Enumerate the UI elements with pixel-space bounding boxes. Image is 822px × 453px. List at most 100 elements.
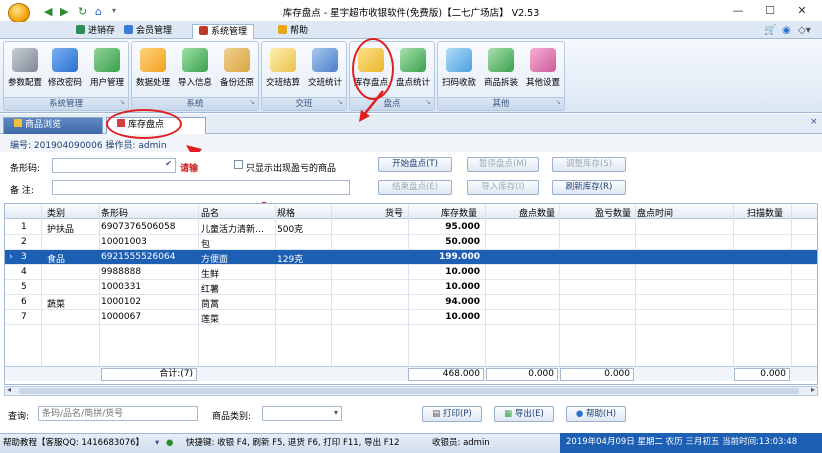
- cell-barcode[interactable]: 6907376506058: [101, 222, 175, 232]
- tab-inventory[interactable]: 进销存: [70, 24, 121, 39]
- cell-stock[interactable]: 10.000: [410, 312, 480, 322]
- param-config-button[interactable]: 参数配置: [6, 47, 44, 91]
- horizontal-scrollbar[interactable]: ◂ ▸: [4, 385, 818, 396]
- dialog-launcher-icon[interactable]: ↘: [337, 96, 343, 108]
- table-row[interactable]: 7 1000067 莲菜 10.000: [5, 310, 817, 325]
- end-count-button[interactable]: 结束盘点(E): [378, 180, 452, 195]
- col-header[interactable]: 盘点数量: [519, 206, 555, 219]
- product-split-button[interactable]: 商品拆装: [482, 47, 520, 91]
- cell-name[interactable]: 方便面: [201, 252, 273, 265]
- pause-count-button[interactable]: 暂停盘点(M): [467, 157, 539, 172]
- cell-stock[interactable]: 10.000: [410, 282, 480, 292]
- col-header[interactable]: 条形码: [101, 206, 128, 219]
- table-row[interactable]: 5 1000331 红薯 10.000: [5, 280, 817, 295]
- backup-restore-button[interactable]: 备份还原: [218, 47, 256, 91]
- tab-help[interactable]: 帮助: [272, 24, 314, 39]
- cell-category[interactable]: 蔬菜: [47, 297, 65, 310]
- count-stats-button[interactable]: 盘点统计: [394, 47, 432, 91]
- minimize-button[interactable]: —: [728, 2, 748, 20]
- col-header[interactable]: 库存数量: [441, 206, 477, 219]
- tab-system[interactable]: 系统管理: [192, 24, 255, 40]
- table-row[interactable]: 6 蔬菜 1000102 茼蒿 94.000: [5, 295, 817, 310]
- barcode-input[interactable]: ✔: [52, 158, 176, 173]
- cell-stock[interactable]: 199.000: [410, 252, 480, 262]
- cell-spec[interactable]: 129克: [277, 252, 303, 265]
- user-management-button[interactable]: 用户管理: [88, 47, 126, 91]
- cell-stock[interactable]: 50.000: [410, 237, 480, 247]
- import-stock-button[interactable]: 导入库存(I): [467, 180, 539, 195]
- dialog-launcher-icon[interactable]: ↘: [249, 96, 255, 108]
- col-header[interactable]: 规格: [277, 206, 295, 219]
- category-select[interactable]: ▾: [262, 406, 342, 421]
- tab-members[interactable]: 会员管理: [118, 24, 178, 39]
- import-info-button[interactable]: 导入信息: [176, 47, 214, 91]
- table-row[interactable]: 1 护扶品 6907376506058 儿童活力清新… 500克 95.000: [5, 220, 817, 235]
- col-header[interactable]: 货号: [385, 206, 403, 219]
- export-button[interactable]: ▦ 导出(E): [494, 406, 554, 422]
- summary-diff-total: 0.000: [560, 368, 634, 381]
- refresh-stock-button[interactable]: 刷新库存(R): [552, 180, 626, 195]
- cell-barcode[interactable]: 1000067: [101, 312, 141, 322]
- print-button[interactable]: ▤ 打印(P): [422, 406, 482, 422]
- col-header[interactable]: 盘点时间: [637, 206, 673, 219]
- cell-barcode[interactable]: 1000102: [101, 297, 141, 307]
- cell-category[interactable]: 护扶品: [47, 222, 74, 235]
- group-title: 系统 ↘: [132, 97, 258, 110]
- help-button[interactable]: ● 帮助(H): [566, 406, 626, 422]
- adjust-stock-button[interactable]: 调整库存(S): [552, 157, 626, 172]
- dialog-launcher-icon[interactable]: ↘: [119, 96, 125, 108]
- col-header[interactable]: 品名: [201, 206, 219, 219]
- col-header[interactable]: 盈亏数量: [595, 206, 631, 219]
- query-input[interactable]: [38, 406, 198, 421]
- col-header[interactable]: 扫描数量: [747, 206, 783, 219]
- other-settings-button[interactable]: 其他设置: [524, 47, 562, 91]
- cell-name[interactable]: 红薯: [201, 282, 273, 295]
- table-row[interactable]: 4 9988888 生鲜 10.000: [5, 265, 817, 280]
- cell-name[interactable]: 生鲜: [201, 267, 273, 280]
- style-dropdown-icon[interactable]: ◇▾: [798, 25, 811, 36]
- remark-input[interactable]: [52, 180, 350, 195]
- maximize-button[interactable]: ☐: [760, 2, 780, 20]
- data-process-button[interactable]: 数据处理: [134, 47, 172, 91]
- start-count-button[interactable]: 开始盘点(T): [378, 157, 452, 172]
- col-header[interactable]: 类别: [47, 206, 65, 219]
- cell-stock[interactable]: 95.000: [410, 222, 480, 232]
- qr-pay-button[interactable]: 扫码收款: [440, 47, 478, 91]
- only-diff-checkbox[interactable]: [234, 160, 243, 169]
- cell-stock[interactable]: 10.000: [410, 267, 480, 277]
- qq-icon[interactable]: ●: [166, 434, 173, 452]
- cart-icon[interactable]: 🛒: [764, 25, 776, 36]
- change-password-button[interactable]: 修改密码: [46, 47, 84, 91]
- dialog-launcher-icon[interactable]: ↘: [555, 96, 561, 108]
- cell-barcode[interactable]: 10001003: [101, 237, 147, 247]
- scroll-left-icon[interactable]: ◂: [7, 385, 11, 394]
- scroll-right-icon[interactable]: ▸: [811, 385, 815, 394]
- dialog-launcher-icon[interactable]: ↘: [425, 96, 431, 108]
- help-circle-icon[interactable]: ◉: [782, 25, 791, 36]
- cell-barcode[interactable]: 1000331: [101, 282, 141, 292]
- handover-settle-button[interactable]: 交班结算: [264, 47, 302, 91]
- dropdown-icon[interactable]: ▾: [155, 434, 159, 452]
- close-tab-icon[interactable]: ×: [810, 117, 818, 127]
- cell-stock[interactable]: 94.000: [410, 297, 480, 307]
- chevron-down-icon[interactable]: ▾: [334, 408, 338, 417]
- cell-barcode[interactable]: 6921555526064: [101, 252, 175, 262]
- cell-name[interactable]: 莲菜: [201, 312, 273, 325]
- scroll-thumb[interactable]: [19, 388, 799, 394]
- chevron-down-icon[interactable]: ✔: [165, 159, 172, 168]
- cell-spec[interactable]: 500克: [277, 222, 303, 235]
- close-button[interactable]: ✕: [792, 2, 812, 20]
- cell-category[interactable]: 食品: [47, 252, 65, 265]
- tab-product-browse[interactable]: 商品浏览: [3, 117, 103, 134]
- cell-barcode[interactable]: 9988888: [101, 267, 141, 277]
- summary-count-total: 0.000: [486, 368, 558, 381]
- handover-stats-button[interactable]: 交班统计: [306, 47, 344, 91]
- cell-name[interactable]: 儿童活力清新…: [201, 222, 273, 235]
- cell-name[interactable]: 茼蒿: [201, 297, 273, 310]
- table-row[interactable]: 2 10001003 包 50.000: [5, 235, 817, 250]
- table-row[interactable]: 3 › 食品 6921555526064 方便面 129克 199.000: [5, 250, 817, 265]
- cell-name[interactable]: 包: [201, 237, 273, 250]
- help-tutorial-link[interactable]: 帮助教程【客服QQ: 1416683076】: [3, 434, 144, 452]
- key-icon: [52, 48, 78, 72]
- tools-icon: [12, 48, 38, 72]
